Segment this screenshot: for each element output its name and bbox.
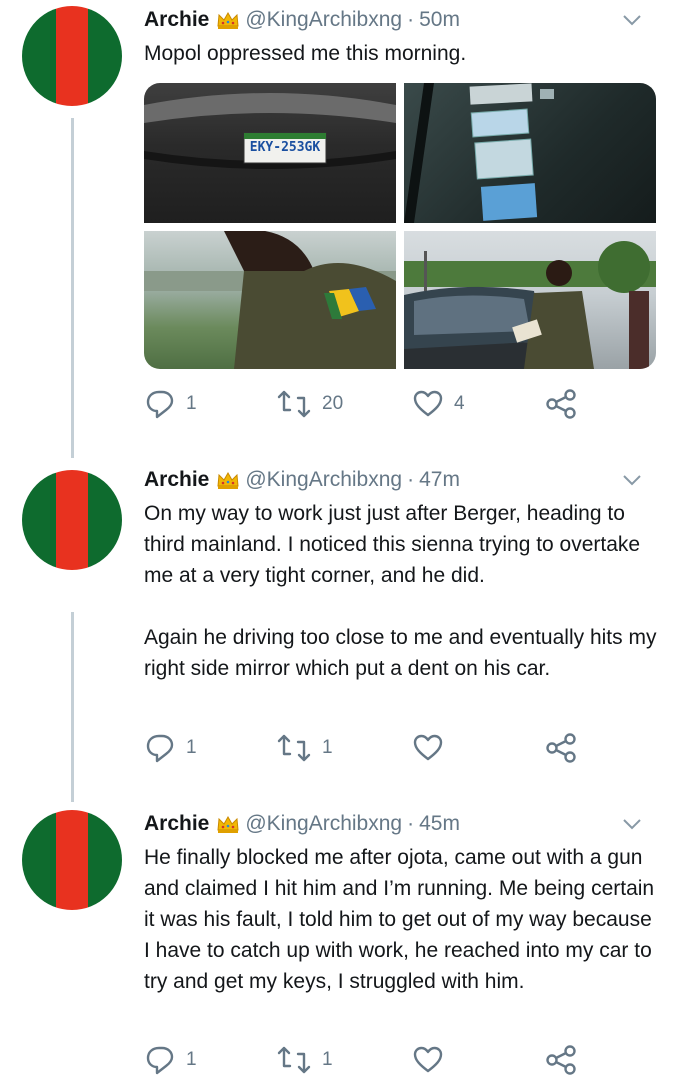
retweet-button[interactable]: 1 bbox=[276, 730, 333, 766]
reply-button[interactable]: 1 bbox=[144, 386, 197, 422]
retweet-button[interactable]: 1 bbox=[276, 1042, 333, 1078]
tweet-3[interactable]: Archie @KingArchibxng · 45m He finally b… bbox=[0, 806, 676, 1080]
tweet-header: Archie @KingArchibxng · 50m bbox=[144, 4, 660, 36]
like-icon bbox=[413, 390, 443, 417]
windshield-scene bbox=[404, 83, 554, 223]
retweet-count: 1 bbox=[322, 1049, 333, 1070]
photo-windshield[interactable] bbox=[404, 83, 656, 223]
share-icon bbox=[546, 389, 576, 419]
retweet-button[interactable]: 20 bbox=[276, 386, 343, 422]
share-button[interactable] bbox=[544, 730, 578, 766]
avatar[interactable] bbox=[22, 810, 122, 910]
timestamp[interactable]: 47m bbox=[419, 468, 460, 492]
separator-dot: · bbox=[407, 8, 415, 31]
avatar[interactable] bbox=[22, 470, 122, 570]
chevron-down-icon[interactable] bbox=[620, 468, 644, 492]
like-count: 4 bbox=[454, 393, 465, 414]
avatar[interactable] bbox=[22, 6, 122, 106]
share-icon bbox=[546, 1045, 576, 1075]
timestamp[interactable]: 45m bbox=[419, 812, 460, 836]
tweet-actions: 1 1 bbox=[144, 1042, 604, 1078]
like-button[interactable] bbox=[412, 730, 454, 766]
photo-officer-by-car[interactable] bbox=[404, 231, 656, 369]
photo-license-plate[interactable]: EKY-253GK bbox=[144, 83, 396, 223]
display-name[interactable]: Archie bbox=[144, 8, 209, 32]
officer-closeup-scene bbox=[144, 231, 396, 369]
tweet-paragraph: He finally blocked me after ojota, came … bbox=[144, 846, 655, 993]
retweet-icon bbox=[277, 734, 311, 762]
media-grid[interactable]: EKY-253GK bbox=[144, 83, 656, 369]
officer-car-scene bbox=[404, 241, 656, 369]
user-handle[interactable]: @KingArchibxng bbox=[245, 812, 402, 836]
reply-count: 1 bbox=[186, 393, 197, 414]
crown-icon bbox=[217, 471, 239, 489]
chevron-down-icon[interactable] bbox=[620, 8, 644, 32]
reply-icon bbox=[146, 734, 174, 763]
tweet-1[interactable]: Archie @KingArchibxng · 50m Mopol oppres… bbox=[0, 0, 676, 440]
photo-officer-closeup[interactable] bbox=[144, 231, 396, 369]
timestamp[interactable]: 50m bbox=[419, 8, 460, 32]
tweet-paragraph: On my way to work just just after Berger… bbox=[144, 502, 641, 587]
like-button[interactable]: 4 bbox=[412, 386, 465, 422]
plate-number: EKY-253GK bbox=[249, 140, 321, 155]
separator-dot: · bbox=[407, 468, 415, 491]
tweet-text: On my way to work just just after Berger… bbox=[144, 498, 660, 684]
user-handle[interactable]: @KingArchibxng bbox=[245, 468, 402, 492]
reply-count: 1 bbox=[186, 1049, 197, 1070]
crown-icon bbox=[217, 815, 239, 833]
user-handle[interactable]: @KingArchibxng bbox=[245, 8, 402, 32]
retweet-count: 1 bbox=[322, 737, 333, 758]
share-icon bbox=[546, 733, 576, 763]
tweet-paragraph: Again he driving too close to me and eve… bbox=[144, 626, 657, 680]
retweet-icon bbox=[277, 390, 311, 418]
tweet-text: Mopol oppressed me this morning. bbox=[144, 38, 660, 69]
reply-button[interactable]: 1 bbox=[144, 730, 197, 766]
retweet-count: 20 bbox=[322, 393, 344, 414]
tweet-header: Archie @KingArchibxng · 47m bbox=[144, 464, 660, 496]
tweet-paragraph: Mopol oppressed me this morning. bbox=[144, 42, 467, 65]
like-button[interactable] bbox=[412, 1042, 454, 1078]
like-icon bbox=[413, 1046, 443, 1073]
tweet-actions: 1 1 bbox=[144, 730, 604, 766]
display-name[interactable]: Archie bbox=[144, 812, 209, 836]
tweet-text: He finally blocked me after ojota, came … bbox=[144, 842, 660, 997]
like-icon bbox=[413, 734, 443, 761]
crown-icon bbox=[217, 11, 239, 29]
reply-icon bbox=[146, 390, 174, 419]
retweet-icon bbox=[277, 1046, 311, 1074]
share-button[interactable] bbox=[544, 386, 578, 422]
tweet-header: Archie @KingArchibxng · 45m bbox=[144, 808, 660, 840]
share-button[interactable] bbox=[544, 1042, 578, 1078]
reply-count: 1 bbox=[186, 737, 197, 758]
separator-dot: · bbox=[407, 812, 415, 835]
chevron-down-icon[interactable] bbox=[620, 812, 644, 836]
reply-button[interactable]: 1 bbox=[144, 1042, 197, 1078]
tweet-2[interactable]: Archie @KingArchibxng · 47m On my way to… bbox=[0, 462, 676, 792]
display-name[interactable]: Archie bbox=[144, 468, 209, 492]
reply-icon bbox=[146, 1046, 174, 1075]
tweet-actions: 1 20 4 bbox=[144, 386, 604, 422]
